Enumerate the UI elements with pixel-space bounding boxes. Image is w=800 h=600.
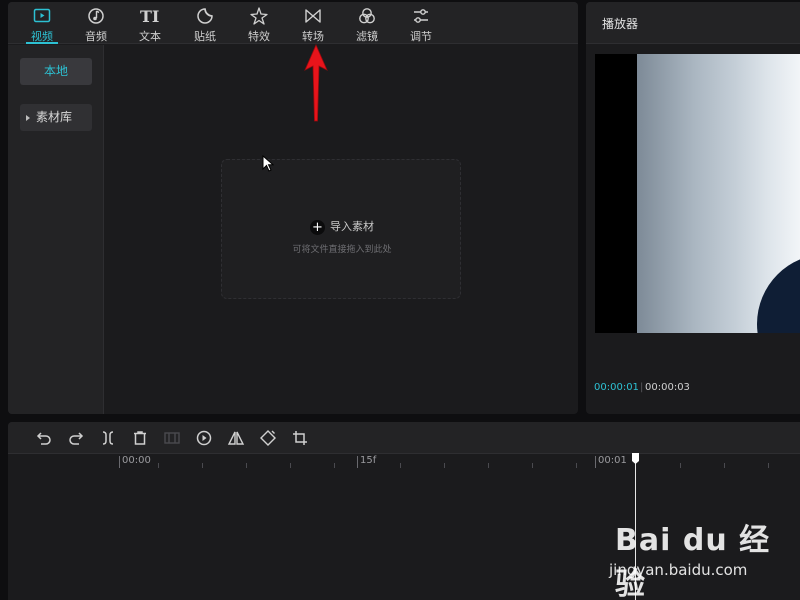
ruler-tick [444,463,445,468]
current-time: 00:00:01 [594,382,639,393]
ruler-label: 15f [360,455,377,466]
plus-icon: + [310,219,325,235]
ruler-tick [532,463,533,468]
import-button[interactable]: + 导入素材 [222,218,462,235]
ruler-tick [576,463,577,468]
total-duration: 00:00:03 [645,382,690,393]
tab-adjust-label: 调节 [410,30,432,43]
ruler-tick [768,463,769,468]
subject-shoulder [757,254,800,333]
sparkle-icon [250,7,268,25]
timeline-toolbar [8,422,800,454]
ruler-tick [158,463,159,468]
rotate-icon[interactable] [259,429,277,447]
play-reverse-icon[interactable] [195,429,213,447]
ruler-major-tick [119,456,120,468]
drop-hint: 可将文件直接拖入到此处 [292,245,392,255]
music-note-icon [88,8,104,24]
ruler-major-tick [357,456,358,468]
ruler-label: 00:01 [598,455,627,466]
freeze-icon [164,432,180,444]
sticker-icon [197,8,213,24]
player-header: 播放器 [586,2,800,44]
sidebar-item-library-label: 素材库 [36,110,73,124]
timeline-ruler[interactable]: 00:00 15f 00:01 [8,454,800,468]
adjust-sliders-icon [414,9,428,23]
baidu-watermark: Bai du 经验 jingyan.baidu.com [607,515,800,600]
redo-icon[interactable] [67,429,85,447]
player-title: 播放器 [602,17,639,31]
playhead-handle[interactable] [631,452,640,465]
mouse-cursor-icon [262,155,274,172]
mirror-icon[interactable] [227,429,245,447]
crop-icon[interactable] [291,429,309,447]
expand-triangle-icon [26,115,30,121]
app-window: 视频 音频 TI 文本 贴纸 特效 转场 滤镜 调节 本地 素材库 + 导入素材… [0,0,800,600]
sidebar-item-library[interactable]: 素材库 [20,104,92,131]
tab-text[interactable]: TI 文本 [126,2,174,44]
import-dropzone[interactable]: + 导入素材 可将文件直接拖入到此处 [221,159,461,299]
ruler-tick [488,463,489,468]
filter-icon [359,8,375,24]
ruler-label: 00:00 [122,455,151,466]
ruler-tick [680,463,681,468]
ruler-tick [724,463,725,468]
tab-video[interactable]: 视频 [18,2,66,44]
tab-audio[interactable]: 音频 [72,2,120,44]
time-separator: | [640,382,644,393]
ruler-tick [334,463,335,468]
tab-sticker-label: 贴纸 [194,30,216,43]
tab-transition[interactable]: 转场 [289,2,337,44]
video-preview[interactable] [595,54,800,333]
ruler-major-tick [595,456,596,468]
svg-text:TI: TI [140,7,159,26]
sidebar-item-local[interactable]: 本地 [20,58,92,85]
ruler-tick [246,463,247,468]
tab-sticker[interactable]: 贴纸 [181,2,229,44]
tab-video-label: 视频 [31,30,53,43]
tab-filter[interactable]: 滤镜 [343,2,391,44]
tab-transition-label: 转场 [302,30,324,43]
player-panel: 播放器 00:00:01 | 00:00:03 [586,2,800,414]
ruler-tick [202,463,203,468]
media-panel: 视频 音频 TI 文本 贴纸 特效 转场 滤镜 调节 本地 素材库 + 导入素材… [8,2,578,414]
tab-adjust[interactable]: 调节 [397,2,445,44]
tab-effects[interactable]: 特效 [235,2,283,44]
ruler-tick [290,463,291,468]
ruler-tick [400,463,401,468]
split-icon[interactable] [99,429,117,447]
watermark-url: jingyan.baidu.com [609,561,748,579]
tab-effects-label: 特效 [248,30,270,43]
video-frame [637,54,800,333]
red-arrow-annotation [304,44,328,122]
tab-text-label: 文本 [139,30,161,43]
media-toolbar: 视频 音频 TI 文本 贴纸 特效 转场 滤镜 调节 [8,2,578,44]
watermark-logo: Bai du 经验 [615,523,771,600]
text-icon: TI [140,7,159,26]
delete-icon[interactable] [131,429,149,447]
transition-icon [305,9,321,23]
import-label: 导入素材 [330,220,374,233]
media-sidebar: 本地 素材库 [8,45,104,414]
video-icon [33,8,51,23]
tab-filter-label: 滤镜 [356,30,378,43]
undo-icon[interactable] [35,429,53,447]
tab-audio-label: 音频 [85,30,107,43]
